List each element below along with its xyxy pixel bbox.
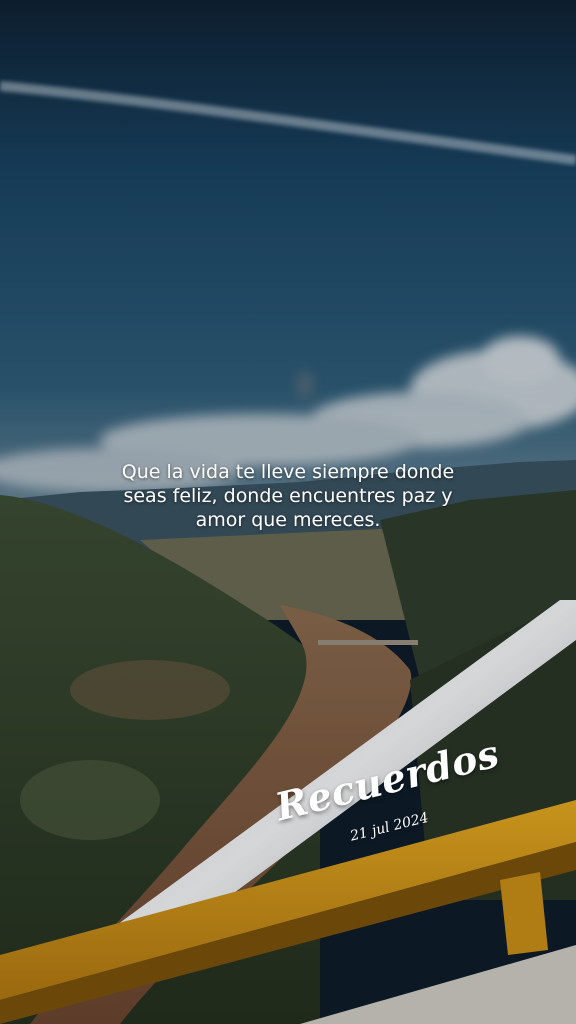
story-canvas: Que la vida te lleve siempre donde seas … [0,0,576,1024]
quote-text: Que la vida te lleve siempre donde seas … [121,461,455,531]
